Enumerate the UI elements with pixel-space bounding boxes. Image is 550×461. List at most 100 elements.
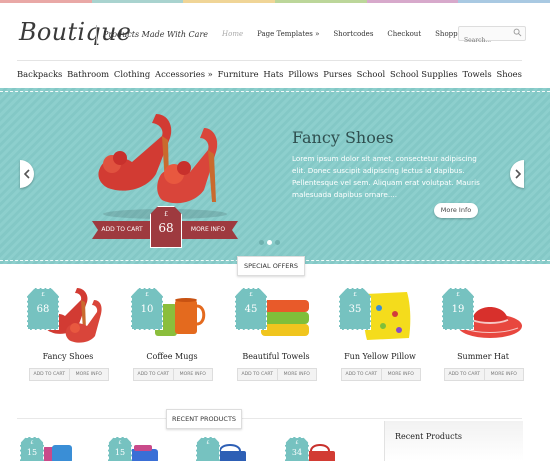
recent-product-item[interactable]: £15 — [108, 437, 164, 461]
category-furniture[interactable]: Furniture — [218, 61, 259, 87]
slider-dot[interactable] — [275, 240, 280, 245]
currency-symbol: £ — [456, 292, 460, 298]
search-input[interactable] — [459, 35, 516, 46]
slider-pagination — [259, 240, 280, 245]
nav-shortcodes[interactable]: Shortcodes — [333, 30, 373, 38]
product-price: 45 — [244, 304, 258, 315]
special-offers-heading: SPECIAL OFFERS — [237, 256, 305, 276]
currency-symbol: £ — [145, 292, 149, 298]
product-name[interactable]: Summer Hat — [442, 352, 524, 361]
product-card: £10 Coffee Mugs ADD TO CART MORE INFO — [131, 286, 213, 382]
product-card: £68 Fancy Shoes ADD TO CART MORE INFO — [27, 286, 109, 382]
slider-more-info-ribbon-button[interactable]: MORE INFO — [178, 221, 238, 239]
featured-shoes-image — [98, 114, 227, 219]
slider-border-top — [0, 91, 550, 92]
recent-price-tag: £34 — [285, 437, 309, 461]
chevron-left-icon — [23, 169, 30, 179]
slide-more-info-button[interactable]: More Info — [434, 203, 478, 218]
currency-symbol: £ — [41, 292, 45, 298]
recent-price: 34 — [291, 448, 303, 457]
product-actions: ADD TO CART MORE INFO — [237, 368, 317, 381]
slider-dot[interactable] — [259, 240, 264, 245]
category-backpacks[interactable]: Backpacks — [17, 61, 62, 87]
product-price-tag: £19 — [442, 288, 474, 330]
add-to-cart-button[interactable]: ADD TO CART — [445, 369, 485, 380]
category-accessories[interactable]: Accessories » — [155, 61, 213, 87]
recent-products-heading: RECENT PRODUCTS — [166, 409, 242, 429]
category-towels[interactable]: Towels — [463, 61, 492, 87]
product-actions: ADD TO CART MORE INFO — [29, 368, 109, 381]
slider-next-button[interactable] — [510, 160, 524, 188]
recent-product-item[interactable]: £34 — [285, 437, 341, 461]
recent-price: 15 — [26, 448, 38, 457]
product-name[interactable]: Fancy Shoes — [27, 352, 109, 361]
currency-symbol: £ — [118, 440, 122, 446]
product-price: 35 — [348, 304, 362, 315]
currency-symbol: £ — [164, 211, 168, 218]
product-price: 10 — [140, 304, 154, 315]
top-color-stripe — [0, 0, 550, 3]
slider-dot-active[interactable] — [267, 240, 272, 245]
recent-products-divider — [17, 418, 522, 419]
product-price: 68 — [36, 304, 50, 315]
product-card: £35 Fun Yellow Pillow ADD TO CART MORE IN… — [339, 286, 421, 382]
featured-slider: ADD TO CART MORE INFO £ 68 Fancy Shoes L… — [0, 88, 550, 264]
recent-product-item[interactable]: £ — [196, 437, 252, 461]
product-price-tag: £45 — [235, 288, 267, 330]
product-price-tag: £35 — [339, 288, 371, 330]
category-school[interactable]: School — [357, 61, 386, 87]
category-school-supplies[interactable]: School Supplies — [390, 61, 458, 87]
category-shoes[interactable]: Shoes — [496, 61, 521, 87]
site-tagline: Products Made With Care — [96, 25, 208, 45]
currency-symbol: £ — [30, 440, 34, 446]
add-to-cart-button[interactable]: ADD TO CART — [342, 369, 382, 380]
product-card: £19 Summer Hat ADD TO CART MORE INFO — [442, 286, 524, 382]
sidebar-recent-products: Recent Products — [384, 421, 523, 461]
category-clothing[interactable]: Clothing — [114, 61, 150, 87]
product-name[interactable]: Beautiful Towels — [235, 352, 317, 361]
recent-price: 15 — [114, 448, 126, 457]
search-box — [458, 26, 526, 46]
product-actions: ADD TO CART MORE INFO — [444, 368, 524, 381]
chevron-right-icon — [515, 169, 522, 179]
nav-checkout[interactable]: Checkout — [387, 30, 421, 38]
slider-price-tag: £ 68 — [150, 206, 182, 248]
category-purses[interactable]: Purses — [323, 61, 352, 87]
category-bathroom[interactable]: Bathroom — [67, 61, 109, 87]
currency-symbol: £ — [206, 440, 210, 446]
product-name[interactable]: Coffee Mugs — [131, 352, 213, 361]
currency-symbol: £ — [295, 440, 299, 446]
sidebar-title: Recent Products — [395, 432, 462, 441]
product-actions: ADD TO CART MORE INFO — [133, 368, 213, 381]
product-name[interactable]: Fun Yellow Pillow — [339, 352, 421, 361]
slider-prev-button[interactable] — [20, 160, 34, 188]
category-bar: Backpacks Bathroom Clothing Accessories … — [17, 60, 522, 89]
recent-price-tag: £15 — [108, 437, 132, 461]
category-pillows[interactable]: Pillows — [288, 61, 318, 87]
recent-price-tag: £ — [196, 437, 220, 461]
product-price-tag: £10 — [131, 288, 163, 330]
currency-symbol: £ — [353, 292, 357, 298]
nav-page-templates[interactable]: Page Templates » — [257, 30, 319, 38]
recent-price-tag: £15 — [20, 437, 44, 461]
add-to-cart-button[interactable]: ADD TO CART — [238, 369, 278, 380]
more-info-button[interactable]: MORE INFO — [278, 369, 317, 380]
slide-description: Lorem ipsum dolor sit amet, consectetur … — [292, 154, 480, 199]
product-actions: ADD TO CART MORE INFO — [341, 368, 421, 381]
product-price-tag: £68 — [27, 288, 59, 330]
slider-price: 68 — [158, 221, 174, 235]
slide-title[interactable]: Fancy Shoes — [292, 128, 394, 147]
more-info-button[interactable]: MORE INFO — [382, 369, 421, 380]
more-info-button[interactable]: MORE INFO — [70, 369, 109, 380]
search-icon[interactable] — [513, 28, 522, 37]
product-card: £45 Beautiful Towels ADD TO CART MORE INF… — [235, 286, 317, 382]
more-info-button[interactable]: MORE INFO — [174, 369, 213, 380]
recent-product-item[interactable]: £15 — [20, 437, 76, 461]
product-price: 19 — [451, 304, 465, 315]
add-to-cart-button[interactable]: ADD TO CART — [134, 369, 174, 380]
category-hats[interactable]: Hats — [263, 61, 283, 87]
more-info-button[interactable]: MORE INFO — [485, 369, 524, 380]
slider-add-to-cart-button[interactable]: ADD TO CART — [92, 221, 152, 239]
nav-home[interactable]: Home — [222, 30, 243, 38]
add-to-cart-button[interactable]: ADD TO CART — [30, 369, 70, 380]
